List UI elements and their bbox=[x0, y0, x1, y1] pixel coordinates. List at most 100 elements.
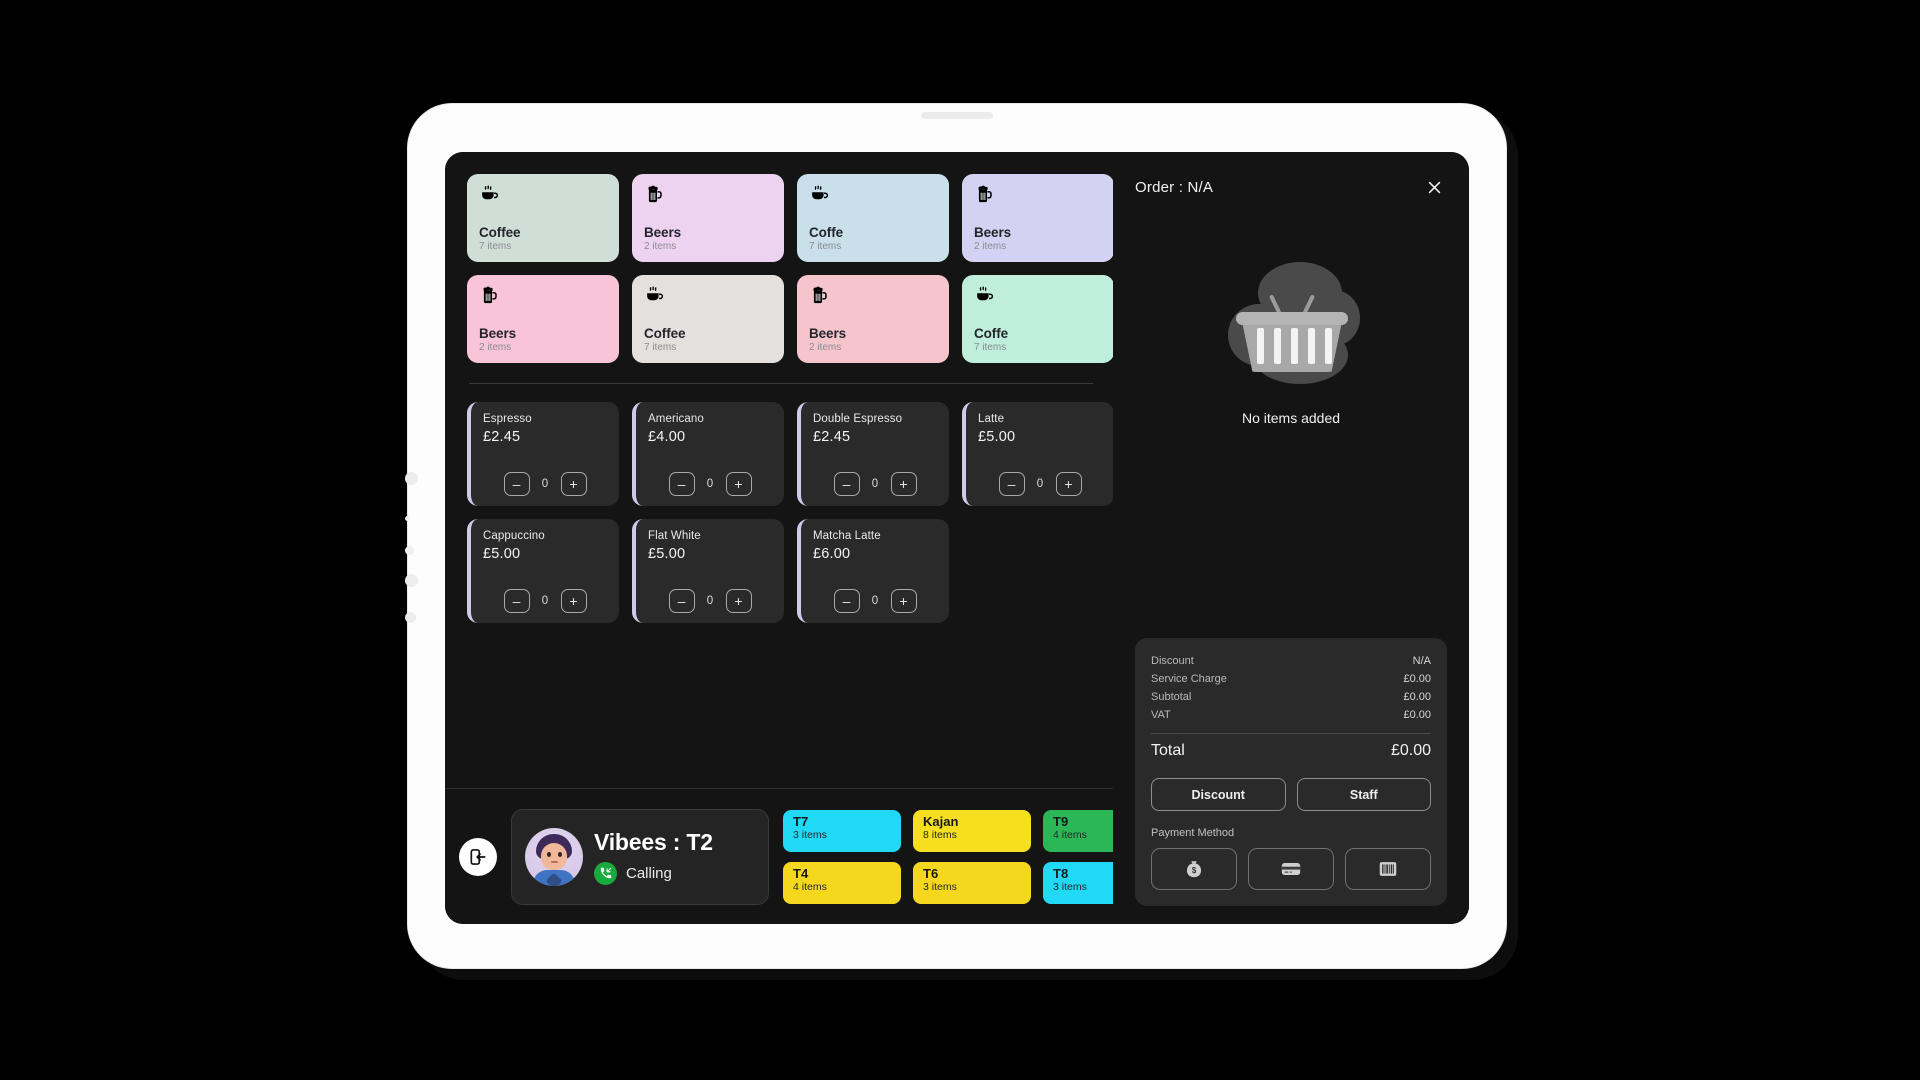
table-chip-t7[interactable]: T7 3 items bbox=[783, 809, 901, 852]
payment-method-cash-button[interactable]: $ bbox=[1151, 848, 1237, 890]
tablet-side-button[interactable] bbox=[405, 546, 414, 555]
category-card-coffe-7[interactable]: Coffe 7 items bbox=[962, 275, 1113, 363]
product-card-latte[interactable]: Latte £5.00 –0 + bbox=[962, 402, 1113, 506]
decrement-button[interactable]: – bbox=[833, 472, 860, 496]
decrement-button[interactable]: – bbox=[668, 472, 695, 496]
order-header: Order : N/A bbox=[1135, 174, 1447, 200]
table-chip-t6[interactable]: T6 3 items bbox=[913, 861, 1031, 904]
product-card-cappuccino[interactable]: Cappuccino £5.00 –0 + bbox=[467, 519, 619, 623]
tablet-side-button[interactable] bbox=[405, 612, 416, 623]
catalog-pane: Coffee 7 items Beers 2 items Coffe 7 items Bee… bbox=[445, 152, 1113, 924]
increment-button[interactable]: + bbox=[725, 589, 752, 613]
category-text: Beers 2 items bbox=[974, 225, 1102, 252]
incoming-call-icon bbox=[594, 861, 617, 885]
payment-method-card-button[interactable] bbox=[1248, 848, 1334, 890]
increment-button[interactable]: + bbox=[890, 472, 917, 496]
product-name: Cappuccino bbox=[483, 530, 545, 542]
product-card-double-espresso[interactable]: Double Espresso £2.45 –0 + bbox=[797, 402, 949, 506]
caller-status: Calling bbox=[626, 864, 672, 882]
category-name: Coffe bbox=[974, 326, 1008, 341]
category-card-coffe-2[interactable]: Coffe 7 items bbox=[797, 174, 949, 262]
category-card-beers-1[interactable]: Beers 2 items bbox=[632, 174, 784, 262]
increment-button[interactable]: + bbox=[890, 589, 917, 613]
quantity-value: 0 bbox=[706, 478, 714, 490]
screenshot-root: Coffee 7 items Beers 2 items Coffe 7 items Bee… bbox=[0, 0, 1920, 1080]
exit-button[interactable] bbox=[459, 837, 497, 876]
beer-mug-icon bbox=[479, 285, 607, 310]
avatar-mouth bbox=[551, 860, 558, 863]
category-name: Beers bbox=[809, 326, 847, 341]
beer-mug-icon bbox=[483, 286, 497, 304]
active-call-card[interactable]: Vibees : T2 Calling bbox=[511, 808, 769, 905]
close-icon bbox=[1428, 181, 1440, 193]
category-count: 2 items bbox=[644, 241, 677, 252]
beer-mug-icon bbox=[813, 286, 827, 304]
table-chip-t4[interactable]: T4 4 items bbox=[783, 861, 901, 904]
summary-label: Service Charge bbox=[1151, 673, 1227, 685]
decrement-button[interactable]: – bbox=[668, 589, 695, 613]
basket-slat bbox=[1325, 328, 1332, 364]
category-card-beers-3[interactable]: Beers 2 items bbox=[962, 174, 1113, 262]
summary-value: £0.00 bbox=[1403, 673, 1431, 685]
decrement-button[interactable]: – bbox=[998, 472, 1025, 496]
exit-door-icon bbox=[470, 848, 486, 865]
category-name: Beers bbox=[974, 225, 1012, 240]
staff-button[interactable]: Staff bbox=[1296, 778, 1431, 811]
total-row: Total £0.00 bbox=[1151, 742, 1431, 764]
product-card-americano[interactable]: Americano £4.00 –0 + bbox=[632, 402, 784, 506]
coffee-cup-icon bbox=[479, 184, 607, 209]
basket-graphic bbox=[1236, 294, 1348, 372]
decrement-button[interactable]: – bbox=[503, 472, 530, 496]
catalog-scroll-area[interactable]: Coffee 7 items Beers 2 items Coffe 7 items Bee… bbox=[445, 152, 1113, 788]
category-count: 2 items bbox=[809, 342, 842, 353]
coffee-cup-icon bbox=[974, 285, 1102, 310]
close-order-button[interactable] bbox=[1421, 174, 1447, 200]
quantity-stepper: –0 + bbox=[978, 472, 1102, 496]
order-action-buttons: Discount Staff bbox=[1151, 778, 1431, 811]
payment-methods: $ bbox=[1151, 848, 1431, 890]
payment-method-barcode-button[interactable] bbox=[1345, 848, 1431, 890]
tablet-side-button[interactable] bbox=[405, 472, 418, 485]
category-count: 7 items bbox=[479, 241, 512, 252]
category-card-coffee-5[interactable]: Coffee 7 items bbox=[632, 275, 784, 363]
category-card-coffee-0[interactable]: Coffee 7 items bbox=[467, 174, 619, 262]
decrement-button[interactable]: – bbox=[503, 589, 530, 613]
barcode-icon bbox=[1379, 862, 1397, 876]
table-chip-t9[interactable]: T9 4 items bbox=[1043, 809, 1113, 852]
table-chip-t8[interactable]: T8 3 items bbox=[1043, 861, 1113, 904]
product-card-matcha-latte[interactable]: Matcha Latte £6.00 –0 + bbox=[797, 519, 949, 623]
tablet-side-button[interactable] bbox=[405, 516, 410, 521]
summary-value: £0.00 bbox=[1403, 691, 1431, 703]
camera-icon bbox=[921, 112, 993, 119]
discount-button[interactable]: Discount bbox=[1151, 778, 1286, 811]
increment-button[interactable]: + bbox=[725, 472, 752, 496]
table-chip-kajan[interactable]: Kajan 8 items bbox=[913, 809, 1031, 852]
empty-basket-icon bbox=[1216, 260, 1366, 400]
decrement-button[interactable]: – bbox=[833, 589, 860, 613]
table-items: 8 items bbox=[923, 829, 957, 842]
category-text: Beers 2 items bbox=[644, 225, 772, 252]
tablet-side-button[interactable] bbox=[405, 574, 418, 587]
bottom-bar: Vibees : T2 Calling T7 3 items Kajan 8 i… bbox=[445, 788, 1113, 924]
cash-bag-icon: $ bbox=[1186, 861, 1202, 878]
table-name: T7 bbox=[793, 813, 809, 829]
summary-divider bbox=[1151, 733, 1431, 734]
order-summary-panel: Discount N/A Service Charge £0.00 Subtotal £0… bbox=[1135, 638, 1447, 906]
product-price: £2.45 bbox=[813, 429, 851, 445]
table-items: 3 items bbox=[793, 829, 827, 842]
basket-slat bbox=[1291, 328, 1298, 364]
product-name: Americano bbox=[648, 413, 704, 425]
product-card-espresso[interactable]: Espresso £2.45 –0 + bbox=[467, 402, 619, 506]
category-card-beers-6[interactable]: Beers 2 items bbox=[797, 275, 949, 363]
tables-strip[interactable]: T7 3 items Kajan 8 items T9 4 items T4 4 items T… bbox=[783, 809, 1113, 904]
beer-mug-icon bbox=[644, 184, 772, 209]
increment-button[interactable]: + bbox=[560, 472, 587, 496]
product-card-flat-white[interactable]: Flat White £5.00 –0 + bbox=[632, 519, 784, 623]
order-pane: Order : N/A No items added Discount N/A … bbox=[1113, 152, 1469, 924]
quantity-stepper: –0 + bbox=[813, 589, 937, 613]
product-price: £6.00 bbox=[813, 546, 851, 562]
increment-button[interactable]: + bbox=[1055, 472, 1082, 496]
category-card-beers-4[interactable]: Beers 2 items bbox=[467, 275, 619, 363]
increment-button[interactable]: + bbox=[560, 589, 587, 613]
coffee-cup-icon bbox=[977, 286, 994, 301]
